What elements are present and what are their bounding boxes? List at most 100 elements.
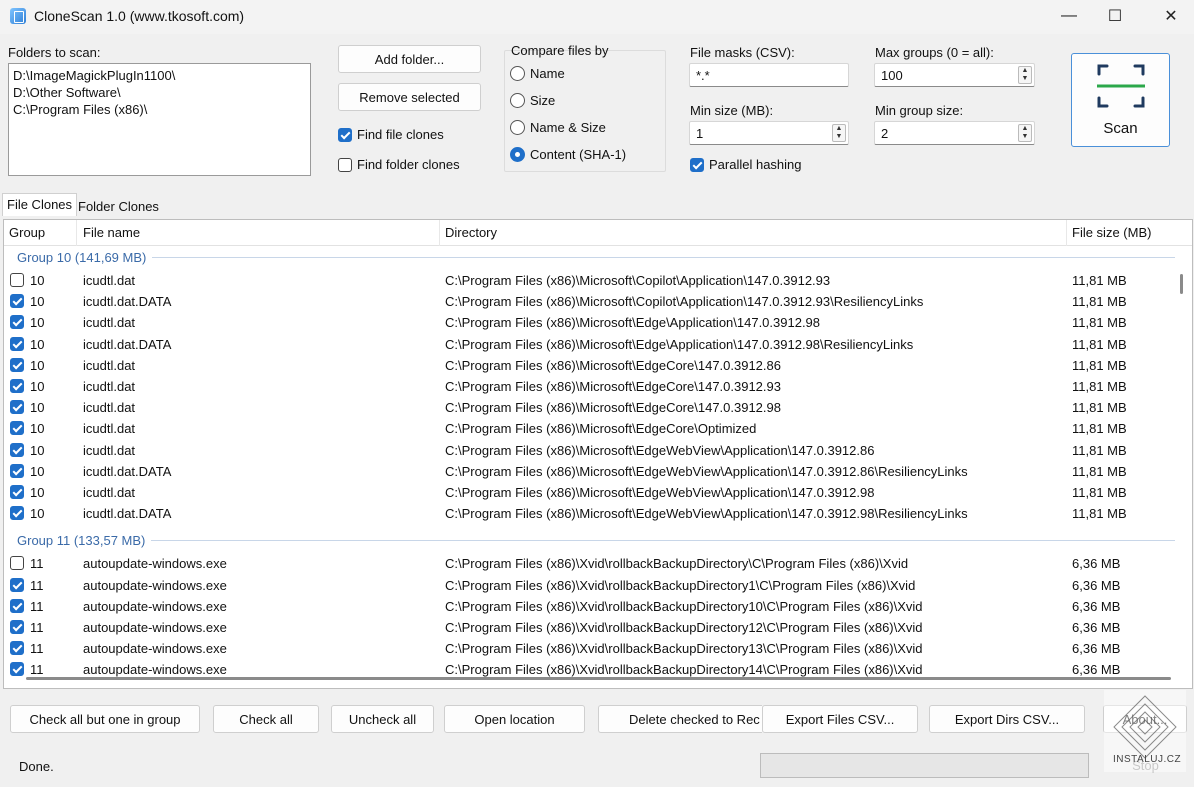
close-button[interactable]: ✕	[1148, 0, 1194, 32]
min-group-size-input[interactable]: 2 ▲ ▼	[874, 121, 1035, 145]
compare-content-radio[interactable]: Content (SHA-1)	[510, 147, 626, 162]
horizontal-scrollbar[interactable]	[26, 677, 1171, 680]
directory-cell: C:\Program Files (x86)\Microsoft\EdgeCor…	[445, 357, 781, 373]
parallel-hashing-label: Parallel hashing	[709, 157, 802, 172]
row-checkbox[interactable]	[10, 273, 24, 287]
row-checkbox[interactable]	[10, 577, 24, 592]
table-row[interactable]: 11 autoupdate-windows.exe C:\Program Files…	[4, 617, 1179, 638]
export-files-csv-button[interactable]: Export Files CSV...	[762, 705, 918, 733]
group-cell: 11	[30, 620, 44, 635]
table-row[interactable]: 10 icudtl.dat C:\Program Files (x86)\Micro…	[4, 418, 1179, 439]
find-file-clones-checkbox[interactable]: Find file clones	[338, 127, 444, 142]
folder-item[interactable]: C:\Program Files (x86)\	[13, 101, 306, 118]
group-cell: 10	[30, 379, 45, 394]
open-location-button[interactable]: Open location	[444, 705, 585, 733]
column-header-file-size[interactable]: File size (MB)	[1067, 220, 1192, 246]
table-row[interactable]: 11 autoupdate-windows.exe C:\Program Files…	[4, 553, 1179, 574]
row-checkbox[interactable]	[10, 294, 24, 309]
folders-list[interactable]: D:\ImageMagickPlugIn1100\ D:\Other Softw…	[8, 63, 311, 176]
table-row[interactable]: 11 autoupdate-windows.exe C:\Program Files…	[4, 638, 1179, 659]
table-row[interactable]: 10 icudtl.dat C:\Program Files (x86)\Micro…	[4, 355, 1179, 376]
remove-selected-button[interactable]: Remove selected	[338, 83, 481, 111]
radio-label: Content (SHA-1)	[530, 147, 627, 162]
row-checkbox[interactable]	[10, 662, 24, 677]
min-group-size-spinner[interactable]: ▲ ▼	[1018, 124, 1032, 142]
check-all-but-one-button[interactable]: Check all but one in group	[10, 705, 200, 733]
max-groups-spinner[interactable]: ▲ ▼	[1018, 66, 1032, 84]
table-row[interactable]: 10 icudtl.dat.DATA C:\Program Files (x86)\…	[4, 461, 1179, 482]
table-row[interactable]: 11 autoupdate-windows.exe C:\Program Files…	[4, 575, 1179, 596]
progress-bar	[760, 753, 1089, 778]
minimize-button[interactable]: —	[1046, 0, 1092, 32]
row-checkbox[interactable]	[10, 421, 24, 436]
row-checkbox[interactable]	[10, 463, 24, 478]
group-header: Group 10 (141,69 MB)	[4, 246, 1179, 268]
folders-label: Folders to scan:	[8, 45, 101, 60]
table-row[interactable]: 10 icudtl.dat C:\Program Files (x86)\Micro…	[4, 482, 1179, 503]
row-checkbox[interactable]	[10, 506, 24, 521]
file-masks-input[interactable]: *.*	[689, 63, 849, 87]
radio-label: Name & Size	[530, 120, 606, 135]
row-checkbox[interactable]	[10, 400, 24, 415]
group-cell: 10	[30, 506, 45, 522]
row-checkbox[interactable]	[10, 357, 24, 372]
directory-cell: C:\Program Files (x86)\Microsoft\EdgeCor…	[445, 379, 781, 394]
export-dirs-csv-button[interactable]: Export Dirs CSV...	[929, 705, 1085, 733]
file-size-cell: 6,36 MB	[1072, 598, 1121, 614]
compare-name-size-radio[interactable]: Name & Size	[510, 120, 606, 135]
row-checkbox[interactable]	[10, 336, 24, 351]
table-row[interactable]: 10 icudtl.dat C:\Program Files (x86)\Micro…	[4, 312, 1179, 333]
parallel-hashing-checkbox[interactable]: Parallel hashing	[690, 157, 802, 172]
tab-folder-clones[interactable]: Folder Clones	[74, 196, 163, 219]
file-size-cell: 11,81 MB	[1072, 463, 1127, 479]
file-size-cell: 6,36 MB	[1072, 556, 1121, 572]
row-checkbox[interactable]	[10, 620, 24, 634]
row-checkbox[interactable]	[10, 598, 24, 613]
results-grid[interactable]: Group File name Directory File size (MB)…	[3, 219, 1193, 689]
group-divider	[151, 539, 1175, 541]
find-folder-clones-checkbox[interactable]: Find folder clones	[338, 157, 460, 172]
check-all-button[interactable]: Check all	[213, 705, 319, 733]
row-checkbox[interactable]	[10, 485, 24, 499]
row-checkbox[interactable]	[10, 556, 24, 571]
max-groups-input[interactable]: 100 ▲ ▼	[874, 63, 1035, 87]
row-checkbox[interactable]	[10, 442, 24, 457]
file-size-cell: 11,81 MB	[1072, 315, 1127, 331]
min-size-input[interactable]: 1 ▲ ▼	[689, 121, 849, 145]
table-row[interactable]: 10 icudtl.dat.DATA C:\Program Files (x86)\…	[4, 291, 1179, 312]
table-row[interactable]: 11 autoupdate-windows.exe C:\Program Files…	[4, 596, 1179, 617]
column-header-group[interactable]: Group	[4, 220, 77, 246]
table-row[interactable]: 10 icudtl.dat.DATA C:\Program Files (x86)\…	[4, 503, 1179, 524]
scan-button[interactable]: Scan	[1071, 53, 1170, 147]
table-row[interactable]: 10 icudtl.dat C:\Program Files (x86)\Micro…	[4, 376, 1179, 397]
file-size-cell: 6,36 MB	[1072, 641, 1121, 657]
directory-cell: C:\Program Files (x86)\Microsoft\EdgeWeb…	[445, 506, 968, 522]
compare-name-radio[interactable]: Name	[510, 66, 565, 81]
add-folder-button[interactable]: Add folder...	[338, 45, 481, 73]
radio-icon	[510, 66, 525, 81]
compare-size-radio[interactable]: Size	[510, 93, 555, 108]
row-checkbox[interactable]	[10, 379, 24, 393]
folder-item[interactable]: D:\ImageMagickPlugIn1100\	[13, 67, 306, 84]
min-size-value: 1	[696, 126, 704, 141]
maximize-button[interactable]: ☐	[1092, 0, 1138, 32]
file-name-cell: autoupdate-windows.exe	[83, 662, 227, 678]
row-checkbox[interactable]	[10, 641, 24, 656]
row-checkbox[interactable]	[10, 315, 24, 330]
file-size-cell: 11,81 MB	[1072, 485, 1127, 500]
column-header-file-name[interactable]: File name	[78, 220, 440, 246]
table-row[interactable]: 10 icudtl.dat.DATA C:\Program Files (x86)\…	[4, 334, 1179, 355]
table-row[interactable]: 10 icudtl.dat C:\Program Files (x86)\Micro…	[4, 270, 1179, 291]
tab-file-clones[interactable]: File Clones	[2, 193, 78, 216]
file-size-cell: 11,81 MB	[1072, 273, 1127, 288]
folder-item[interactable]: D:\Other Software\	[13, 84, 306, 101]
delete-checked-button[interactable]: Delete checked to Rec	[598, 705, 762, 733]
table-row[interactable]: 10 icudtl.dat C:\Program Files (x86)\Micro…	[4, 440, 1179, 461]
min-group-size-value: 2	[881, 126, 889, 141]
table-row[interactable]: 10 icudtl.dat C:\Program Files (x86)\Micro…	[4, 397, 1179, 418]
min-size-spinner[interactable]: ▲ ▼	[832, 124, 846, 142]
file-name-cell: icudtl.dat	[83, 315, 136, 331]
uncheck-all-button[interactable]: Uncheck all	[331, 705, 434, 733]
vertical-scrollbar[interactable]	[1180, 274, 1183, 294]
column-header-directory[interactable]: Directory	[440, 220, 1067, 246]
